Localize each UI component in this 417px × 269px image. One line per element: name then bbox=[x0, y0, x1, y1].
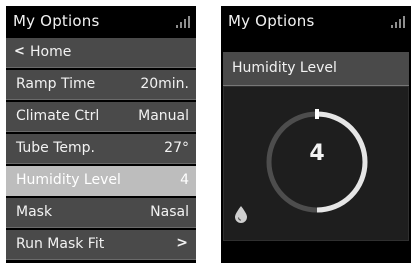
chevron-left-icon: < bbox=[14, 44, 25, 59]
menu-item-label: Humidity Level bbox=[16, 172, 121, 188]
menu-item-home[interactable]: < Home bbox=[6, 38, 196, 68]
screen-title: My Options bbox=[13, 12, 100, 30]
signal-strength-icon bbox=[176, 16, 190, 28]
gauge-value: 4 bbox=[309, 141, 325, 166]
panel-title: Humidity Level bbox=[232, 60, 337, 76]
menu-item-label: Home bbox=[30, 44, 72, 60]
menu-item-mask[interactable]: Mask Nasal bbox=[6, 198, 196, 228]
humidity-gauge-panel[interactable]: 4 bbox=[223, 86, 409, 241]
menu-item-value: 4 bbox=[180, 172, 189, 188]
humidity-setting-screen: My Options Humidity Level 4 bbox=[221, 6, 411, 263]
panel-header: Humidity Level bbox=[223, 52, 409, 86]
menu-item-value: Nasal bbox=[150, 204, 189, 220]
screen-header: My Options bbox=[221, 6, 411, 38]
water-drop-icon bbox=[235, 206, 247, 223]
menu-item-ramp-time[interactable]: Ramp Time 20min. bbox=[6, 70, 196, 100]
signal-strength-icon bbox=[391, 16, 405, 28]
menu-item-tube-temp[interactable]: Tube Temp. 27° bbox=[6, 134, 196, 164]
menu-item-label: Tube Temp. bbox=[16, 140, 96, 156]
menu-item-label: Climate Ctrl bbox=[16, 108, 100, 124]
menu-item-label: Mask bbox=[16, 204, 53, 220]
screen-header: My Options bbox=[6, 6, 196, 38]
menu-item-label: Ramp Time bbox=[16, 76, 96, 92]
menu-item-value: 20min. bbox=[140, 76, 189, 92]
menu-item-value: Manual bbox=[138, 108, 189, 124]
menu-item-value: 27° bbox=[164, 140, 189, 156]
menu-item-climate-ctrl[interactable]: Climate Ctrl Manual bbox=[6, 102, 196, 132]
screen-title: My Options bbox=[228, 12, 315, 30]
gauge-start-marker bbox=[315, 109, 319, 119]
chevron-right-icon: > bbox=[176, 235, 188, 251]
menu-item-run-mask-fit[interactable]: Run Mask Fit > bbox=[6, 230, 196, 260]
menu-item-humidity-level[interactable]: Humidity Level 4 bbox=[6, 166, 196, 196]
menu-item-label: Run Mask Fit bbox=[16, 236, 105, 252]
options-menu-screen: My Options < Home Ramp Time 20min. Clima… bbox=[6, 6, 196, 263]
